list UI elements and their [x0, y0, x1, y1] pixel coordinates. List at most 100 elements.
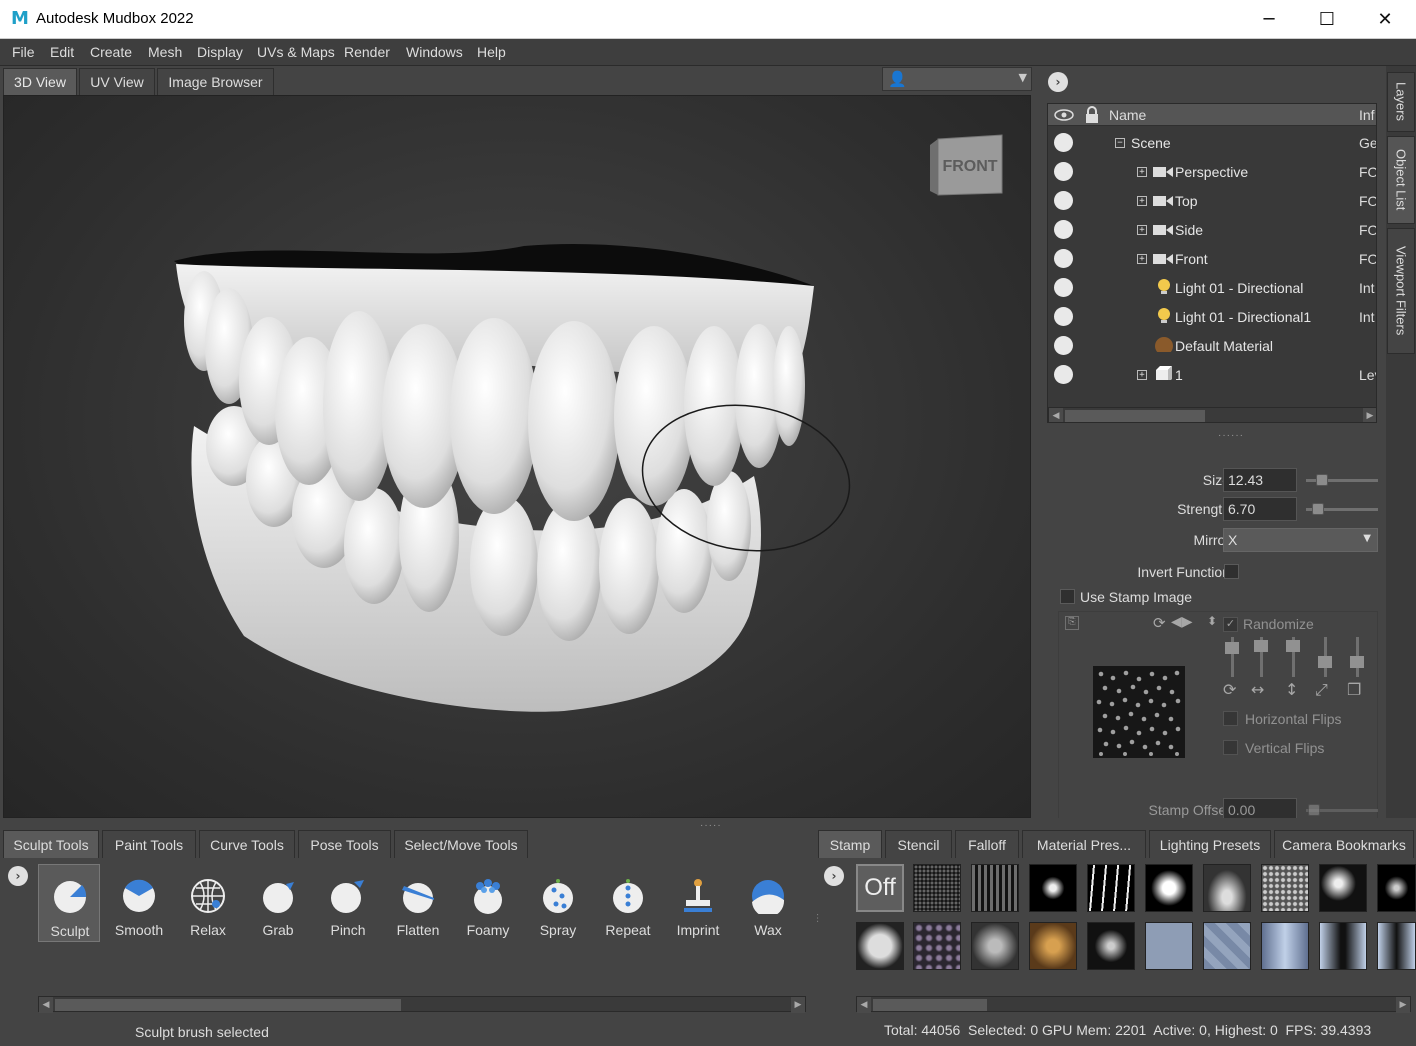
scroll-thumb[interactable]	[55, 999, 401, 1011]
invert-function-checkbox[interactable]	[1224, 564, 1239, 579]
random-slider-4-knob[interactable]	[1318, 656, 1332, 668]
stamp-thumbnail[interactable]	[913, 864, 961, 912]
stamp-thumbnail[interactable]	[1145, 922, 1193, 970]
tools-expand-button[interactable]: ›	[8, 866, 28, 886]
scroll-left-icon[interactable]: ◀	[39, 997, 53, 1013]
expand-icon[interactable]: +	[1137, 167, 1147, 177]
stamp-thumbnail[interactable]	[1319, 864, 1367, 912]
use-stamp-image-checkbox[interactable]	[1060, 589, 1075, 604]
tool-sculpt[interactable]: Sculpt	[38, 864, 100, 942]
menu-windows[interactable]: Windows	[406, 44, 463, 60]
tab-material-presets[interactable]: Material Pres...	[1022, 830, 1146, 858]
flip-horizontal-icon[interactable]: ◀▶	[1171, 614, 1193, 630]
minimize-button[interactable]: ─	[1240, 0, 1298, 39]
mirror-select[interactable]: X ▼	[1223, 528, 1378, 552]
flip-vertical-icon[interactable]: ⬍	[1207, 614, 1217, 628]
tab-select-move-tools[interactable]: Select/Move Tools	[394, 830, 528, 858]
tool-flatten[interactable]: Flatten	[387, 864, 449, 942]
tool-spray[interactable]: Spray	[527, 864, 589, 942]
strength-slider-knob[interactable]	[1312, 503, 1324, 515]
tool-wax[interactable]: Wax	[737, 864, 799, 942]
tab-paint-tools[interactable]: Paint Tools	[102, 830, 196, 858]
size-slider-knob[interactable]	[1316, 474, 1328, 486]
stamp-thumbnail[interactable]	[1145, 864, 1193, 912]
scroll-thumb[interactable]	[873, 999, 987, 1011]
menu-render[interactable]: Render	[344, 44, 390, 60]
tool-imprint[interactable]: Imprint	[667, 864, 729, 942]
horizontal-flips-checkbox[interactable]	[1223, 711, 1238, 726]
tab-viewport-filters[interactable]: Viewport Filters	[1387, 228, 1415, 354]
stamp-thumbnail[interactable]	[971, 922, 1019, 970]
stamp-thumbnail[interactable]	[1029, 864, 1077, 912]
stamps-expand-button[interactable]: ›	[824, 866, 844, 886]
list-item-scene[interactable]: − Scene Ge	[1048, 129, 1376, 157]
menu-mesh[interactable]: Mesh	[148, 44, 182, 60]
list-item-top[interactable]: + Top FO	[1048, 187, 1376, 215]
stamp-thumbnail[interactable]	[1319, 922, 1367, 970]
stamp-thumbnail[interactable]	[856, 922, 904, 970]
expand-icon[interactable]: +	[1137, 196, 1147, 206]
stamp-thumbnail[interactable]	[1087, 922, 1135, 970]
menu-create[interactable]: Create	[90, 44, 132, 60]
stamp-thumbnail[interactable]	[1377, 922, 1416, 970]
collapse-icon[interactable]: −	[1115, 138, 1125, 148]
tab-3d-view[interactable]: 3D View	[3, 68, 77, 95]
scroll-right-icon[interactable]: ▶	[1363, 408, 1376, 422]
tool-pinch[interactable]: Pinch	[317, 864, 379, 942]
visibility-toggle[interactable]	[1054, 365, 1073, 384]
tool-repeat[interactable]: Repeat	[597, 864, 659, 942]
tool-smooth[interactable]: Smooth	[108, 864, 170, 942]
tool-relax[interactable]: Relax	[177, 864, 239, 942]
maximize-button[interactable]: ☐	[1298, 0, 1356, 39]
expand-icon[interactable]: +	[1137, 254, 1147, 264]
tab-camera-bookmarks[interactable]: Camera Bookmarks	[1274, 830, 1414, 858]
menu-uvs-maps[interactable]: UVs & Maps	[257, 44, 335, 60]
stamp-thumbnail[interactable]	[971, 864, 1019, 912]
column-name[interactable]: Name	[1109, 107, 1146, 123]
expand-icon[interactable]: +	[1137, 370, 1147, 380]
lock-icon[interactable]	[1084, 106, 1100, 124]
visibility-toggle[interactable]	[1054, 249, 1073, 268]
random-slider-3-knob[interactable]	[1286, 640, 1300, 652]
scroll-right-icon[interactable]: ▶	[791, 997, 805, 1013]
column-info[interactable]: Inf	[1359, 107, 1375, 123]
camera-select[interactable]: 👤 ▼	[882, 67, 1032, 91]
list-item-front[interactable]: + Front FO	[1048, 245, 1376, 273]
strength-field[interactable]: 6.70	[1223, 497, 1297, 521]
stamp-thumbnail[interactable]	[913, 922, 961, 970]
visibility-eye-icon[interactable]	[1054, 108, 1074, 122]
size-field[interactable]: 12.43	[1223, 468, 1297, 492]
tab-object-list[interactable]: Object List	[1387, 136, 1415, 224]
scroll-thumb[interactable]	[1065, 410, 1205, 422]
tab-image-browser[interactable]: Image Browser	[157, 68, 274, 95]
tab-layers[interactable]: Layers	[1387, 72, 1415, 132]
tab-pose-tools[interactable]: Pose Tools	[298, 830, 391, 858]
visibility-toggle[interactable]	[1054, 220, 1073, 239]
tab-falloff[interactable]: Falloff	[955, 830, 1019, 858]
tab-stamp[interactable]: Stamp	[818, 830, 882, 858]
tool-foamy[interactable]: Foamy	[457, 864, 519, 942]
vertical-flips-checkbox[interactable]	[1223, 740, 1238, 755]
stamp-thumbnail[interactable]	[1261, 864, 1309, 912]
stamp-browse-icon[interactable]: ⎘	[1065, 616, 1079, 630]
list-item-side[interactable]: + Side FO	[1048, 216, 1376, 244]
list-item-mesh-1[interactable]: + 1 Lev	[1048, 361, 1376, 389]
scroll-left-icon[interactable]: ◀	[1049, 408, 1063, 422]
stamp-thumbnail[interactable]	[1203, 922, 1251, 970]
tools-hscroll[interactable]: ◀ ▶	[38, 996, 806, 1013]
list-item-default-material[interactable]: Default Material	[1048, 332, 1376, 360]
stamps-hscroll[interactable]: ◀ ▶	[856, 996, 1411, 1013]
scroll-right-icon[interactable]: ▶	[1396, 997, 1410, 1013]
visibility-toggle[interactable]	[1054, 162, 1073, 181]
menu-help[interactable]: Help	[477, 44, 506, 60]
random-slider-2-knob[interactable]	[1254, 640, 1268, 652]
random-slider-1-knob[interactable]	[1225, 642, 1239, 654]
visibility-toggle[interactable]	[1054, 278, 1073, 297]
randomize-checkbox[interactable]: ✓	[1223, 617, 1238, 632]
rotate-icon[interactable]: ⟳	[1153, 614, 1166, 632]
view-cube[interactable]: FRONT	[930, 131, 1004, 197]
expand-icon[interactable]: +	[1137, 225, 1147, 235]
menu-display[interactable]: Display	[197, 44, 243, 60]
stamp-thumbnail[interactable]	[1087, 864, 1135, 912]
splitter-handle[interactable]: ······	[1218, 430, 1244, 441]
